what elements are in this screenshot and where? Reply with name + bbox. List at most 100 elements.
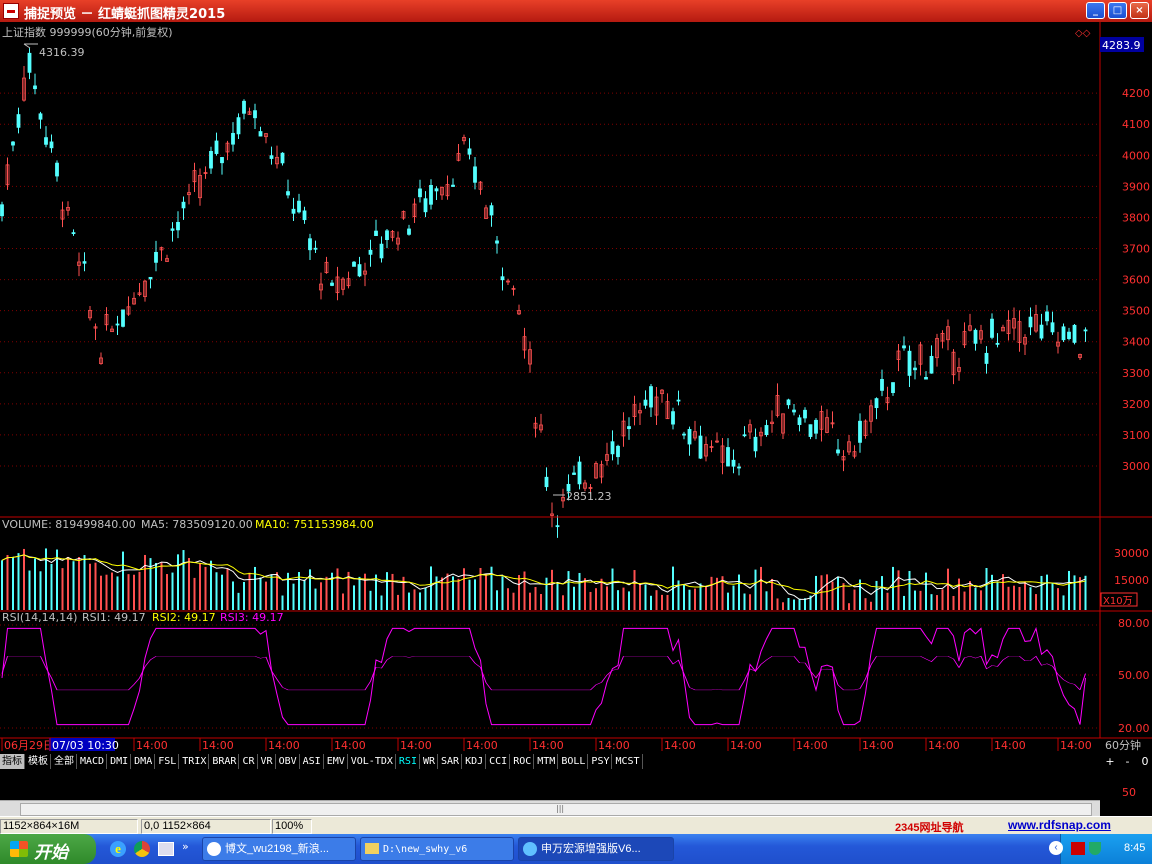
candle-body [407,228,411,235]
candle-body [913,367,917,371]
tab-全部[interactable]: 全部 [52,754,77,769]
task-blog[interactable]: 博文_wu2198_新浪... [202,837,356,861]
tab-mtm[interactable]: MTM [535,754,559,769]
close-button[interactable]: × [1130,2,1149,19]
volume-bar [265,581,267,610]
volume-bar [870,601,872,610]
candle-body [676,399,681,402]
tab-cr[interactable]: CR [240,754,258,769]
price-tick: 4000 [1122,149,1150,162]
candle-body [836,449,840,454]
reset-button[interactable]: 0 [1138,755,1152,768]
tab-dmi[interactable]: DMI [108,754,132,769]
task-folder[interactable]: D:\new_swhy_v6 [360,837,514,861]
stock-chart-area[interactable]: 上证指数 999999(60分钟,前复权) 4283.9 ◇◇ 4200 4100… [0,22,1152,816]
chrome-icon[interactable] [134,841,150,857]
volume-bar [199,563,201,610]
tab-kdj[interactable]: KDJ [463,754,487,769]
volume-bar [787,597,790,610]
status-zoom: 100% [272,819,312,834]
zoom-in-button[interactable]: + [1103,755,1117,768]
tab-模板[interactable]: 模板 [26,754,51,769]
volume-bar [760,566,762,610]
tab-obv[interactable]: OBV [277,754,300,769]
volume-bar [908,570,911,610]
tray-shield-icon[interactable] [1089,842,1101,855]
tab-psy[interactable]: PSY [589,754,613,769]
candle-body [572,472,576,475]
volume-bar [160,562,163,610]
volume-bar [342,593,344,610]
candle-body [352,261,356,267]
website-link[interactable]: www.rdfsnap.com [1008,818,1111,832]
volume-bar [468,579,471,610]
tray-expand-icon[interactable]: » [182,840,189,853]
start-button[interactable]: 开始 [0,834,96,864]
volume-bar [545,577,548,610]
task-swhy[interactable]: 申万宏源增强版V6... [518,837,674,861]
tab-asi[interactable]: ASI [301,754,324,769]
ie-icon[interactable]: e [110,841,126,857]
tab-dma[interactable]: DMA [132,754,156,769]
nav-link[interactable]: 2345网址导航 [895,819,963,835]
maximize-button[interactable]: □ [1108,2,1127,19]
rsi-tick-50: 50.00 [1118,669,1150,682]
tab-macd[interactable]: MACD [78,754,108,769]
candle-body [797,417,802,425]
desktop-icon[interactable] [158,842,174,856]
tray-app-icon[interactable] [1071,842,1085,855]
volume-bar [897,570,900,610]
volume-bar [512,592,515,610]
zoom-out-button[interactable]: - [1121,755,1135,768]
volume-bar [727,592,729,610]
volume-bar [188,558,190,610]
tray-collapse-icon[interactable]: ‹ [1049,841,1063,855]
tab-brar[interactable]: BRAR [210,754,240,769]
volume-bar [776,598,779,610]
candle-body [33,85,37,90]
tab-cci[interactable]: CCI [487,754,511,769]
tab-vr[interactable]: VR [259,754,276,769]
time-label: 14:00 [664,739,696,752]
tab-roc[interactable]: ROC [511,754,535,769]
candle-body [1072,324,1077,343]
minimize-button[interactable]: _ [1086,2,1105,19]
candle-body [82,261,87,264]
candle-body [44,137,48,145]
tab-fsl[interactable]: FSL [156,754,180,769]
tab-mcst[interactable]: MCST [613,754,643,769]
time-label: 14:00 [598,739,630,752]
candle-body [544,476,549,488]
volume-bar [89,563,91,610]
volume-bar [1068,570,1070,610]
volume-bar [611,568,614,610]
candle-body [27,52,32,73]
volume-bar [419,592,421,610]
diamond-icon: ◇◇ [1075,28,1091,39]
tab-boll[interactable]: BOLL [559,754,589,769]
tab-trix[interactable]: TRIX [180,754,210,769]
tab-controls: + - 0 [1103,755,1152,768]
volume-bar [1035,594,1037,610]
tab-emv[interactable]: EMV [325,754,348,769]
volume-bar [1018,586,1021,610]
tab-sar[interactable]: SAR [439,754,463,769]
tab-rsi[interactable]: RSI [397,754,420,769]
volume-bar [1013,585,1015,610]
volume-bar [584,578,586,610]
candle-body [236,117,241,135]
horizontal-scrollbar[interactable]: ||| [0,800,1100,817]
candle-body [330,282,334,286]
price-tick: 4200 [1122,87,1150,100]
volume-bar [892,566,894,610]
volume-bar [133,574,135,610]
volume-bar [573,586,575,610]
tab-指标[interactable]: 指标 [0,754,25,769]
volume-bar [226,568,229,610]
app-small-icon [523,842,537,856]
tab-wr[interactable]: WR [421,754,439,769]
volume-bar [72,561,75,610]
tab-vol-tdx[interactable]: VOL-TDX [349,754,396,769]
volume-bar [644,584,647,610]
candle-body [990,318,994,338]
